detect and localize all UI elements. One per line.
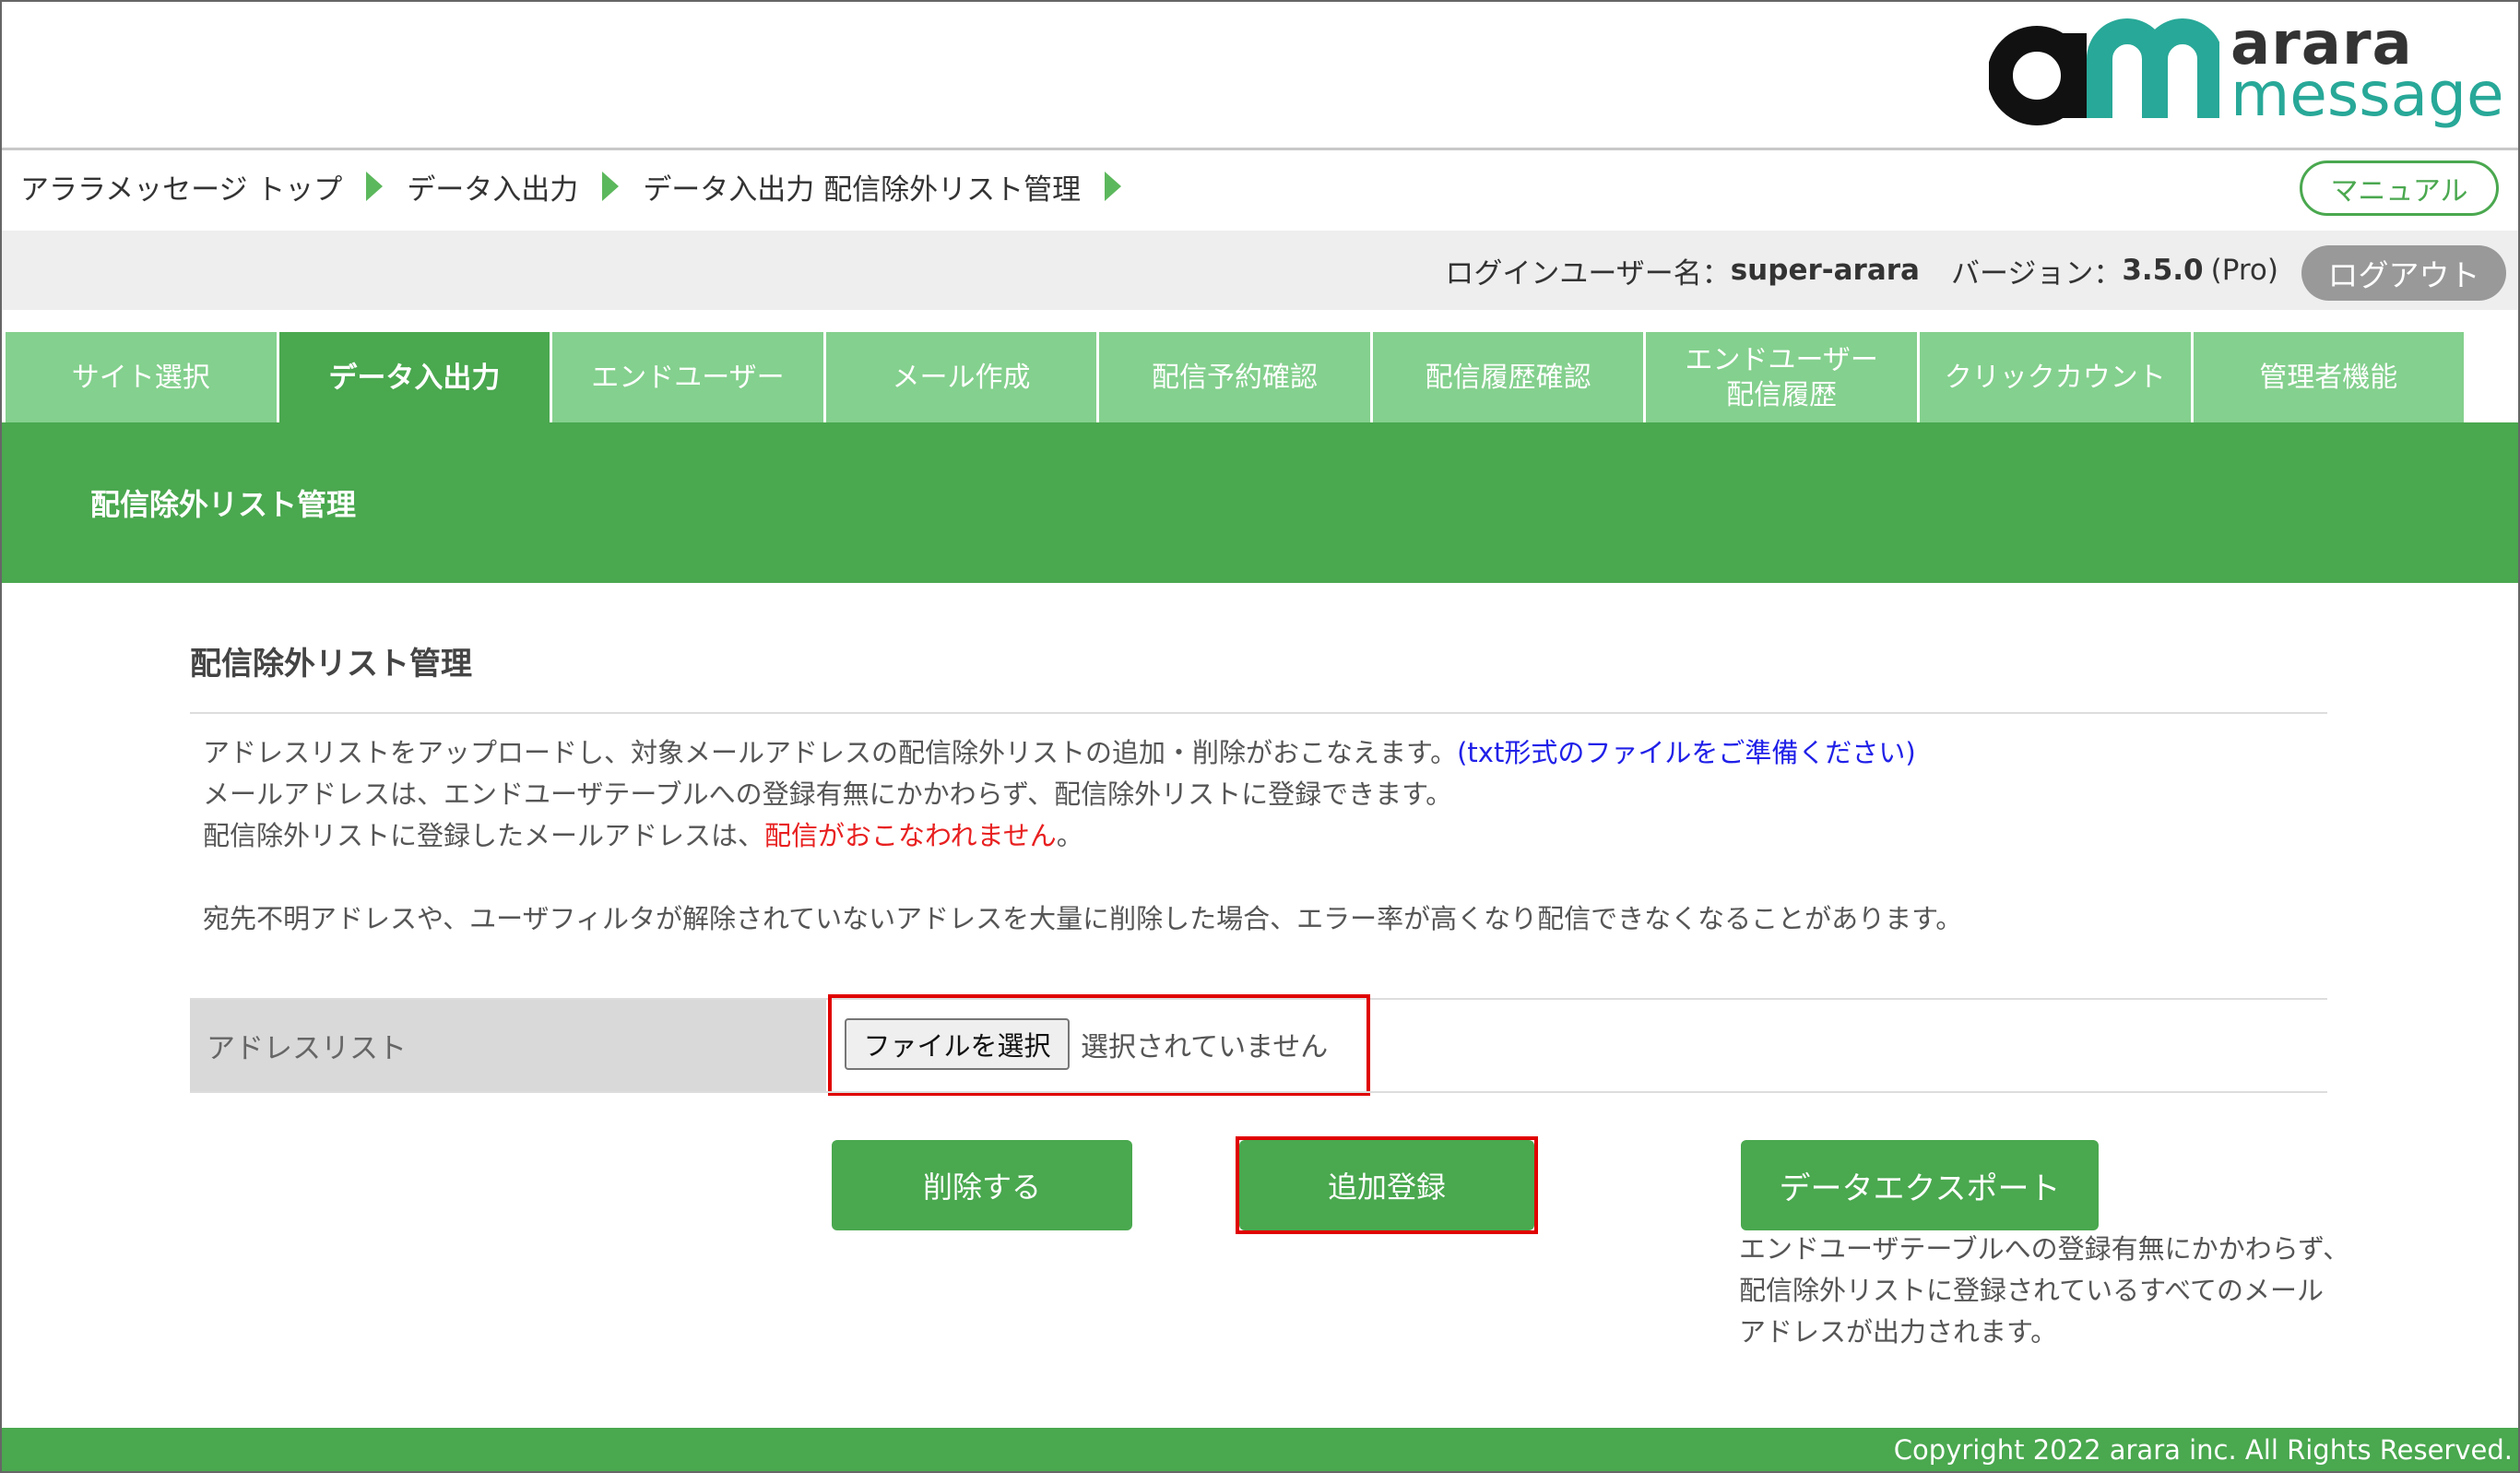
tab-label: 管理者機能 bbox=[2259, 362, 2398, 394]
tab-label: クリックカウント bbox=[1944, 362, 2166, 394]
description-line-2: メールアドレスは、エンドユーザテーブルへの登録有無にかかわらず、配信除外リストに… bbox=[203, 778, 1453, 810]
description-text: 。 bbox=[1056, 820, 1083, 851]
manual-button[interactable]: マニュアル bbox=[2300, 160, 2499, 216]
copyright-text: Copyright 2022 arara inc. All Rights Res… bbox=[1893, 1433, 2513, 1466]
address-list-label: アドレスリスト bbox=[190, 1000, 826, 1091]
version-label: バージョン： bbox=[1950, 256, 2123, 291]
tab-site-select[interactable]: サイト選択 bbox=[6, 332, 279, 424]
tab-label: 配信履歴確認 bbox=[1425, 362, 1591, 394]
tab-label: メール作成 bbox=[892, 362, 1031, 394]
version-number: 3.5.0 bbox=[2122, 254, 2204, 287]
version-edition: (Pro) bbox=[2210, 254, 2278, 287]
user-info: ログインユーザー名： super-arara バージョン： 3.5.0 (Pro… bbox=[1445, 231, 2278, 310]
tab-label-line2: 配信履歴 bbox=[1726, 379, 1838, 411]
form-divider-bottom bbox=[190, 1091, 2327, 1093]
file-format-note: (txt形式のファイルをご準備ください) bbox=[1457, 737, 1916, 768]
tab-data-io[interactable]: データ入出力 bbox=[278, 332, 553, 424]
page-title: 配信除外リスト管理 bbox=[190, 646, 472, 683]
export-note: エンドユーザテーブルへの登録有無にかかわらず、 配信除外リストに登録されているす… bbox=[1739, 1229, 2384, 1353]
header-divider bbox=[2, 148, 2518, 150]
user-bar: ログインユーザー名： super-arara バージョン： 3.5.0 (Pro… bbox=[2, 231, 2518, 310]
tab-end-user-delivery-history[interactable]: エンドユーザー 配信履歴 bbox=[1646, 332, 1920, 424]
footer: Copyright 2022 arara inc. All Rights Res… bbox=[2, 1428, 2518, 1471]
export-note-line: 配信除外リストに登録されているすべてのメール bbox=[1739, 1275, 2324, 1306]
logo-text-message: message bbox=[2230, 59, 2504, 130]
tab-label: サイト選択 bbox=[71, 362, 210, 394]
page: arara message アララメッセージ トップ データ入出力 データ入出力… bbox=[0, 0, 2520, 1473]
am-logo-icon bbox=[1989, 18, 2219, 125]
main-nav-tabs: サイト選択 データ入出力 エンドユーザー メール作成 配信予約確認 配信履歴確認… bbox=[6, 332, 2465, 424]
add-register-button[interactable]: 追加登録 bbox=[1239, 1140, 1534, 1230]
tab-end-user[interactable]: エンドユーザー bbox=[552, 332, 826, 424]
breadcrumb: アララメッセージ トップ データ入出力 データ入出力 配信除外リスト管理 bbox=[20, 160, 1145, 212]
export-note-line: エンドユーザテーブルへの登録有無にかかわらず、 bbox=[1739, 1233, 2350, 1265]
file-status-text: 選択されていません bbox=[1081, 1031, 1329, 1063]
login-user-label: ログインユーザー名： bbox=[1445, 256, 1731, 291]
description-line-4: 宛先不明アドレスや、ユーザフィルタが解除されていないアドレスを大量に削除した場合… bbox=[203, 903, 1963, 934]
description-line-3: 配信除外リストに登録したメールアドレスは、配信がおこなわれません。 bbox=[203, 815, 2324, 857]
description-text: アドレスリストをアップロードし、対象メールアドレスの配信除外リストの追加・削除が… bbox=[203, 737, 1458, 768]
section-title: 配信除外リスト管理 bbox=[90, 487, 357, 522]
tab-admin[interactable]: 管理者機能 bbox=[2193, 332, 2465, 424]
tab-click-count[interactable]: クリックカウント bbox=[1919, 332, 2194, 424]
title-divider bbox=[190, 712, 2327, 714]
tab-delivery-history[interactable]: 配信履歴確認 bbox=[1372, 332, 1647, 424]
description-text: 配信除外リストに登録したメールアドレスは、 bbox=[203, 820, 765, 851]
tab-mail-compose[interactable]: メール作成 bbox=[825, 332, 1100, 424]
tab-delivery-schedule[interactable]: 配信予約確認 bbox=[1099, 332, 1373, 424]
tab-label: エンドユーザー bbox=[591, 362, 785, 394]
delete-button[interactable]: 削除する bbox=[832, 1140, 1132, 1230]
choose-file-button[interactable]: ファイルを選択 bbox=[845, 1018, 1070, 1070]
tab-label: エンドユーザー 配信履歴 bbox=[1685, 343, 1877, 413]
breadcrumb-item-current: データ入出力 配信除外リスト管理 bbox=[643, 172, 1082, 207]
breadcrumb-arrow-icon bbox=[366, 172, 384, 201]
arara-message-logo[interactable]: arara message bbox=[1989, 15, 2504, 135]
login-username: super-arara bbox=[1730, 254, 1920, 287]
logout-button[interactable]: ログアウト bbox=[2301, 245, 2506, 301]
tab-label: データ入出力 bbox=[328, 362, 501, 395]
section-banner: 配信除外リスト管理 bbox=[2, 422, 2518, 583]
tab-label: 配信予約確認 bbox=[1152, 362, 1319, 394]
breadcrumb-item-top[interactable]: アララメッセージ トップ bbox=[20, 166, 342, 208]
breadcrumb-arrow-icon bbox=[1105, 172, 1122, 201]
data-export-button[interactable]: データエクスポート bbox=[1741, 1140, 2099, 1230]
tab-label-line1: エンドユーザー bbox=[1685, 344, 1878, 376]
warning-text: 配信がおこなわれません bbox=[764, 820, 1057, 851]
description-line-1: アドレスリストをアップロードし、対象メールアドレスの配信除外リストの追加・削除が… bbox=[203, 732, 2324, 774]
export-note-line: アドレスが出力されます。 bbox=[1739, 1316, 2058, 1348]
description: アドレスリストをアップロードし、対象メールアドレスの配信除外リストの追加・削除が… bbox=[203, 732, 2324, 940]
breadcrumb-arrow-icon bbox=[602, 172, 620, 201]
breadcrumb-item-data-io[interactable]: データ入出力 bbox=[407, 166, 578, 208]
